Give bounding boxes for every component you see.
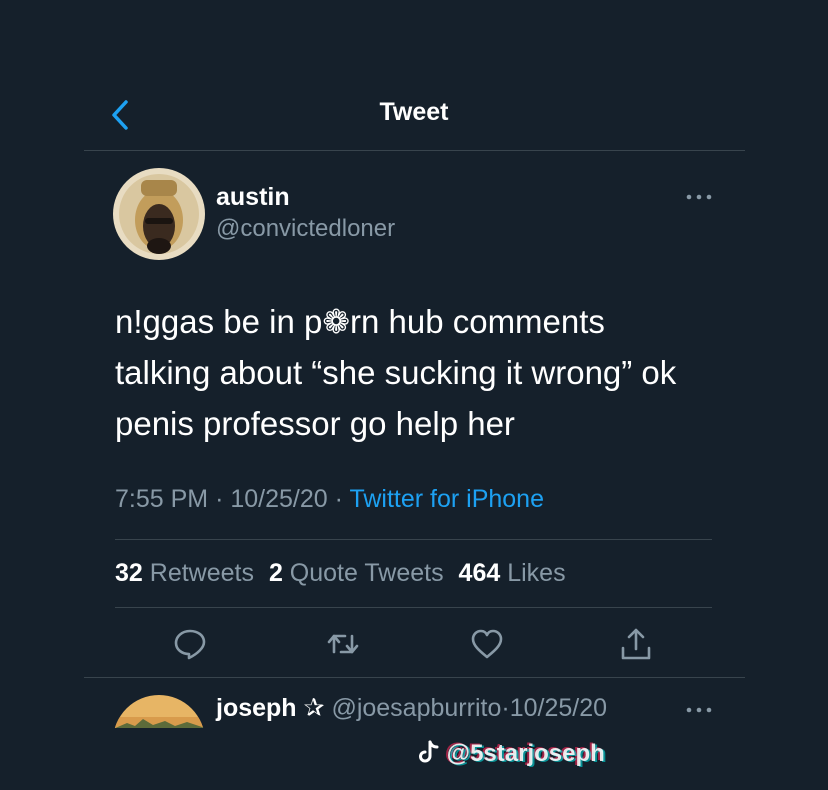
retweet-icon[interactable] <box>325 626 361 662</box>
tiktok-logo-icon <box>418 740 439 763</box>
reply-more-options-icon[interactable] <box>684 703 714 717</box>
header-divider <box>84 150 745 151</box>
quote-tweets-label: Quote Tweets <box>289 559 444 587</box>
reply-header: joseph ✰ @joesapburrito·10/25/20 <box>216 693 607 723</box>
tweet-text-line: penis professor go help her <box>115 405 515 442</box>
reply-mask <box>84 728 284 790</box>
quote-tweets-stat[interactable]: 2 Quote Tweets <box>269 559 444 587</box>
retweets-stat[interactable]: 32 Retweets <box>115 559 254 587</box>
tweet-source-link[interactable]: Twitter for iPhone <box>349 485 544 513</box>
reply-date: 10/25/20 <box>509 694 608 722</box>
more-options-icon[interactable] <box>684 190 714 204</box>
meta-separator: · <box>334 485 343 513</box>
avatar-photo <box>113 168 205 260</box>
author-handle[interactable]: @convictedloner <box>216 215 395 243</box>
reply-divider <box>84 677 745 678</box>
author-avatar[interactable] <box>113 168 205 260</box>
likes-count: 464 <box>458 559 501 587</box>
tweet-time: 7:55 PM <box>115 485 209 513</box>
retweets-count: 32 <box>115 559 143 587</box>
reply-icon[interactable] <box>172 626 208 662</box>
likes-stat[interactable]: 464 Likes <box>459 559 566 587</box>
author-name[interactable]: austin <box>216 183 290 212</box>
share-icon[interactable] <box>618 626 654 662</box>
reply-author-name[interactable]: joseph <box>216 694 297 722</box>
meta-separator: · <box>215 485 224 513</box>
tweet-detail-screen: { "header": { "title": "Tweet", "back_ic… <box>0 0 828 790</box>
tweet-text-line: talking about “she sucking it wrong” ok <box>115 354 677 391</box>
tweet-date: 10/25/20 <box>230 485 328 513</box>
like-icon[interactable] <box>469 626 505 662</box>
retweets-label: Retweets <box>149 559 254 587</box>
star-icon: ✰ <box>303 694 325 722</box>
reply-separator: · <box>501 694 510 722</box>
tweet-stats: 32 Retweets 2 Quote Tweets 464 Likes <box>115 559 574 588</box>
quote-tweets-count: 2 <box>268 559 283 587</box>
likes-label: Likes <box>507 559 566 587</box>
tweet-text-line: n!ggas be in p❁rn hub comments <box>115 303 605 340</box>
page-title: Tweet <box>379 98 449 126</box>
reply-author-handle[interactable]: @joesapburrito <box>331 694 501 722</box>
tweet-meta: 7:55 PM · 10/25/20 · Twitter for iPhone <box>115 485 544 514</box>
stats-divider <box>115 607 712 608</box>
tweet-text: n!ggas be in p❁rn hub comments talking a… <box>115 296 735 449</box>
watermark-handle: @5starjoseph <box>446 740 605 767</box>
watermark: @5starjoseph <box>418 740 605 768</box>
meta-divider <box>115 539 712 540</box>
